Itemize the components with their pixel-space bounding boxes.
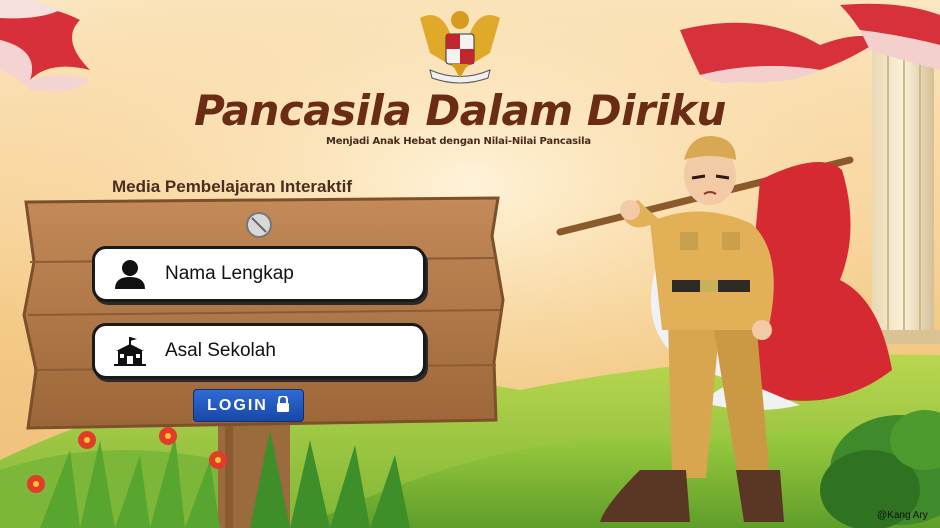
login-button[interactable]: LOGIN bbox=[193, 389, 304, 422]
name-field[interactable]: Nama Lengkap bbox=[92, 246, 426, 302]
app-subtitle: Menjadi Anak Hebat dengan Nilai-Nilai Pa… bbox=[326, 136, 591, 147]
school-field[interactable]: Asal Sekolah bbox=[92, 323, 426, 379]
credit-text: @Kang Ary bbox=[877, 510, 928, 521]
login-screen: Pancasila Dalam Diriku Menjadi Anak Heba… bbox=[0, 0, 940, 528]
user-icon bbox=[95, 249, 165, 299]
app-title: Pancasila Dalam Diriku bbox=[194, 86, 726, 135]
login-button-label: LOGIN bbox=[207, 396, 268, 414]
name-field-text: Nama Lengkap bbox=[165, 263, 294, 284]
lock-icon bbox=[276, 394, 290, 416]
school-icon bbox=[95, 326, 165, 376]
media-label: Media Pembelajaran Interaktif bbox=[112, 177, 352, 196]
garuda-emblem bbox=[420, 11, 500, 84]
school-field-text: Asal Sekolah bbox=[165, 340, 276, 361]
